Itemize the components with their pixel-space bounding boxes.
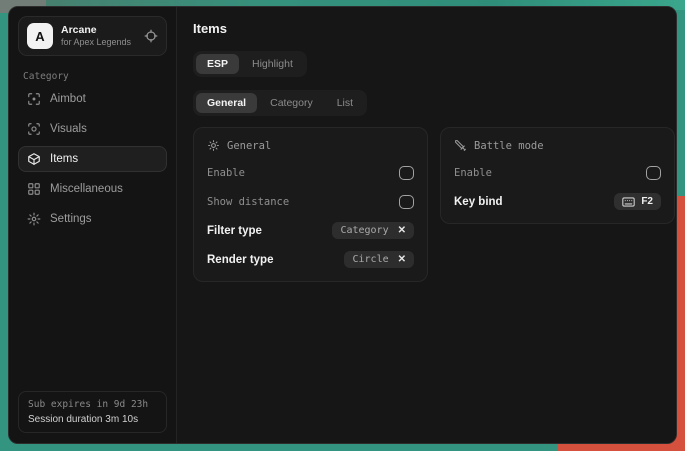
setting-label: Show distance bbox=[207, 196, 289, 208]
setting-row-render-type: Render type Circle ✕ bbox=[207, 251, 414, 268]
sidebar-item-aimbot[interactable]: Aimbot bbox=[18, 86, 167, 112]
keyboard-icon bbox=[622, 197, 635, 207]
sub-expires-text: Sub expires in 9d 23h bbox=[28, 399, 157, 410]
battle-mode-panel: Battle mode Enable Key bind F2 bbox=[440, 127, 675, 224]
tab-general[interactable]: General bbox=[196, 93, 257, 113]
setting-row-key-bind: Key bind F2 bbox=[454, 193, 661, 210]
grid-icon bbox=[27, 182, 41, 196]
view-tab-group: General Category List bbox=[193, 90, 367, 116]
cheat-menu-window: A Arcane for Apex Legends Category Aimbo… bbox=[8, 6, 677, 444]
sun-icon bbox=[207, 139, 220, 152]
setting-row-enable: Enable bbox=[454, 164, 661, 181]
setting-label: Key bind bbox=[454, 196, 503, 208]
sidebar-item-miscellaneous[interactable]: Miscellaneous bbox=[18, 176, 167, 202]
tag-value: Category bbox=[340, 225, 388, 236]
setting-row-show-distance: Show distance bbox=[207, 193, 414, 210]
sidebar-item-settings[interactable]: Settings bbox=[18, 206, 167, 232]
setting-label: Enable bbox=[207, 167, 245, 179]
enable-checkbox[interactable] bbox=[399, 166, 414, 180]
app-name: Arcane bbox=[61, 24, 131, 37]
mode-tab-group: ESP Highlight bbox=[193, 51, 307, 77]
battle-enable-checkbox[interactable] bbox=[646, 166, 661, 180]
tab-esp[interactable]: ESP bbox=[196, 54, 239, 74]
session-duration-text: Session duration 3m 10s bbox=[28, 414, 157, 425]
setting-row-enable: Enable bbox=[207, 164, 414, 181]
app-logo: A bbox=[27, 23, 53, 49]
tab-category[interactable]: Category bbox=[259, 93, 324, 113]
remove-tag-icon[interactable]: ✕ bbox=[398, 255, 406, 265]
sidebar-item-label: Miscellaneous bbox=[50, 183, 123, 195]
crosshair-target-icon[interactable] bbox=[144, 29, 158, 43]
panel-title: General bbox=[227, 140, 271, 152]
box-icon bbox=[27, 152, 41, 166]
tab-list[interactable]: List bbox=[326, 93, 364, 113]
sidebar-item-items[interactable]: Items bbox=[18, 146, 167, 172]
sidebar-item-label: Aimbot bbox=[50, 93, 86, 105]
show-distance-checkbox[interactable] bbox=[399, 195, 414, 209]
app-subtitle: for Apex Legends bbox=[61, 37, 131, 48]
sidebar-item-label: Settings bbox=[50, 213, 92, 225]
keybind-button[interactable]: F2 bbox=[614, 193, 661, 210]
gear-icon bbox=[27, 212, 41, 226]
keybind-value: F2 bbox=[641, 196, 653, 207]
battle-mode-panel-header: Battle mode bbox=[454, 139, 661, 152]
subscription-status-card: Sub expires in 9d 23h Session duration 3… bbox=[18, 391, 167, 433]
render-type-tag[interactable]: Circle ✕ bbox=[344, 251, 414, 268]
app-logo-card: A Arcane for Apex Legends bbox=[18, 16, 167, 56]
general-panel: General Enable Show distance Filter type… bbox=[193, 127, 428, 282]
tag-value: Circle bbox=[352, 254, 388, 265]
sidebar-section-label: Category bbox=[23, 71, 167, 82]
sidebar-item-label: Visuals bbox=[50, 123, 87, 135]
aim-brackets-icon bbox=[27, 92, 41, 106]
setting-row-filter-type: Filter type Category ✕ bbox=[207, 222, 414, 239]
scan-eye-icon bbox=[27, 122, 41, 136]
setting-label: Filter type bbox=[207, 225, 262, 237]
sword-icon bbox=[454, 139, 467, 152]
tab-highlight[interactable]: Highlight bbox=[241, 54, 304, 74]
app-title-block: Arcane for Apex Legends bbox=[61, 24, 131, 48]
filter-type-tag[interactable]: Category ✕ bbox=[332, 222, 414, 239]
setting-label: Render type bbox=[207, 254, 273, 266]
sidebar-item-label: Items bbox=[50, 153, 78, 165]
general-panel-header: General bbox=[207, 139, 414, 152]
sidebar-item-visuals[interactable]: Visuals bbox=[18, 116, 167, 142]
panel-title: Battle mode bbox=[474, 140, 544, 152]
sidebar: A Arcane for Apex Legends Category Aimbo… bbox=[9, 7, 177, 443]
main-content: Items ESP Highlight General Category Lis… bbox=[177, 7, 677, 443]
remove-tag-icon[interactable]: ✕ bbox=[398, 226, 406, 236]
page-title: Items bbox=[193, 21, 675, 36]
setting-label: Enable bbox=[454, 167, 492, 179]
sidebar-nav: Aimbot Visuals Items bbox=[18, 86, 167, 232]
